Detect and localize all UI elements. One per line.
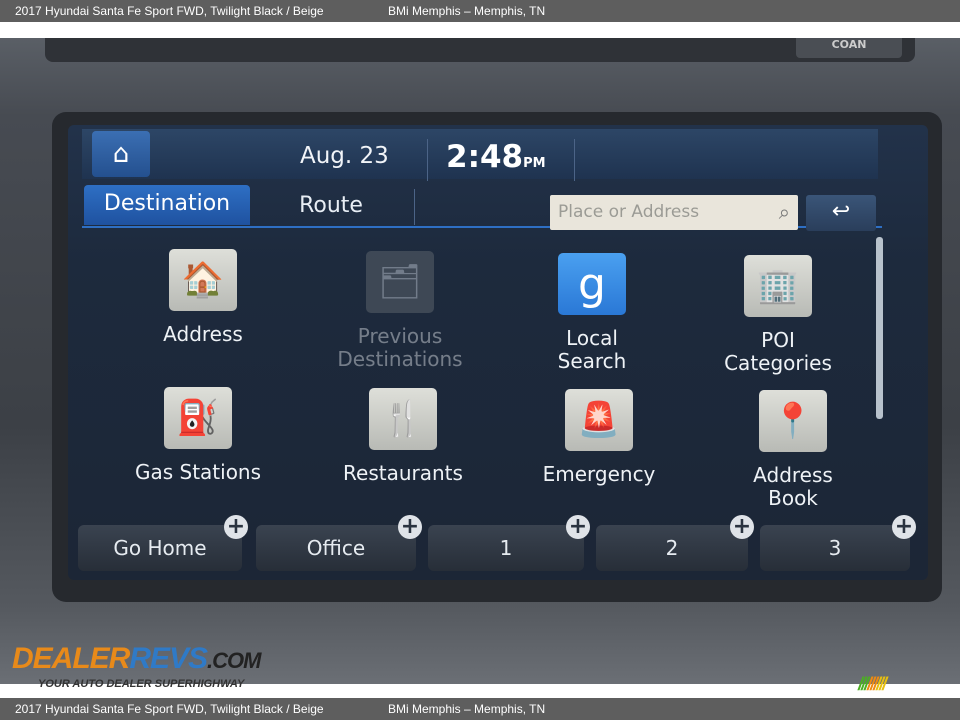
google-icon: g — [558, 253, 626, 315]
vehicle-caption: 2017 Hyundai Santa Fe Sport FWD, Twiligh… — [15, 4, 324, 18]
go-home-button[interactable]: Go Home + — [78, 515, 248, 571]
back-button[interactable]: ↩ — [806, 195, 876, 231]
divider — [414, 189, 415, 225]
item-label: Local Search — [557, 326, 627, 373]
tab-destination[interactable]: Destination — [84, 185, 250, 225]
date-display: Aug. 23 — [300, 143, 389, 169]
dealerrevs-logo: DEALERREVS.COM YOUR AUTO DEALER SUPERHIG… — [12, 626, 272, 694]
logo-tagline: YOUR AUTO DEALER SUPERHIGHWAY — [38, 678, 245, 690]
item-label: Restaurants — [343, 461, 463, 485]
grid-item-restaurants[interactable]: 🍴 Restaurants — [308, 388, 498, 485]
logo-wordmark: DEALERREVS.COM — [12, 642, 262, 675]
divider — [574, 139, 575, 181]
back-arrow-icon: ↩ — [831, 199, 851, 224]
fork-knife-icon: 🍴 — [369, 388, 437, 450]
plus-icon[interactable]: + — [730, 515, 754, 539]
dash-trim — [45, 38, 915, 62]
building-search-icon: 🏢 — [744, 255, 812, 317]
button-label: 3 — [828, 536, 842, 560]
grid-item-local-search[interactable]: g Local Search — [497, 253, 687, 373]
button-label: Office — [306, 536, 366, 560]
tab-route[interactable]: Route — [266, 187, 396, 227]
favorite-3-button[interactable]: 3 + — [760, 515, 916, 571]
plus-icon[interactable]: + — [566, 515, 590, 539]
item-label: Emergency — [542, 462, 656, 486]
gas-pump-icon: ⛽ — [164, 387, 232, 449]
home-icon: ⌂ — [112, 139, 130, 169]
button-label: 2 — [665, 536, 679, 560]
button-label: Go Home — [113, 536, 207, 560]
search-input[interactable]: Place or Address ⌕ — [550, 195, 798, 230]
item-label: Address — [163, 322, 243, 346]
favorite-2-button[interactable]: 2 + — [596, 515, 754, 571]
search-placeholder: Place or Address — [558, 202, 700, 222]
plus-icon[interactable]: + — [892, 515, 916, 539]
divider — [427, 139, 428, 181]
grid-item-emergency[interactable]: 🚨 Emergency — [504, 389, 694, 486]
dealer-caption: BMi Memphis – Memphis, TN — [388, 4, 546, 18]
map-pin-book-icon: 📍 — [759, 390, 827, 452]
item-label: Gas Stations — [134, 460, 262, 484]
button-label: 1 — [499, 536, 513, 560]
office-button[interactable]: Office + — [256, 515, 422, 571]
item-label: Address Book — [753, 463, 833, 510]
home-button[interactable]: ⌂ — [92, 131, 150, 177]
grid-item-address[interactable]: 🏠 Address — [108, 249, 298, 346]
search-icon: ⌕ — [778, 200, 790, 224]
hardware-button: COAN — [796, 38, 902, 58]
folder-clock-icon: 🗂 — [366, 251, 434, 313]
grid-item-gas-stations[interactable]: ⛽ Gas Stations — [103, 387, 293, 484]
plus-icon[interactable]: + — [398, 515, 422, 539]
item-label: Previous Destinations — [337, 324, 463, 371]
favorite-1-button[interactable]: 1 + — [428, 515, 590, 571]
vehicle-caption: 2017 Hyundai Santa Fe Sport FWD, Twiligh… — [15, 702, 324, 716]
top-caption-bar: 2017 Hyundai Santa Fe Sport FWD, Twiligh… — [0, 0, 960, 22]
item-label: POI Categories — [724, 328, 832, 375]
house-search-icon: 🏠 — [169, 249, 237, 311]
plus-icon[interactable]: + — [224, 515, 248, 539]
siren-icon: 🚨 — [565, 389, 633, 451]
ampm: PM — [523, 156, 546, 171]
time-value: 2:48 — [446, 139, 524, 175]
nav-screen: ⌂ Aug. 23 2:48PM Destination Route Place… — [68, 125, 928, 580]
stripes-logo: ///////// — [858, 674, 887, 694]
grid-item-address-book[interactable]: 📍 Address Book — [698, 390, 888, 510]
bottom-caption-bar: 2017 Hyundai Santa Fe Sport FWD, Twiligh… — [0, 698, 960, 720]
scrollbar[interactable] — [876, 237, 883, 419]
time-display: 2:48PM — [446, 139, 546, 175]
grid-item-previous-destinations: 🗂 Previous Destinations — [305, 251, 495, 371]
dealer-caption: BMi Memphis – Memphis, TN — [388, 702, 546, 716]
grid-item-poi-categories[interactable]: 🏢 POI Categories — [683, 255, 873, 375]
